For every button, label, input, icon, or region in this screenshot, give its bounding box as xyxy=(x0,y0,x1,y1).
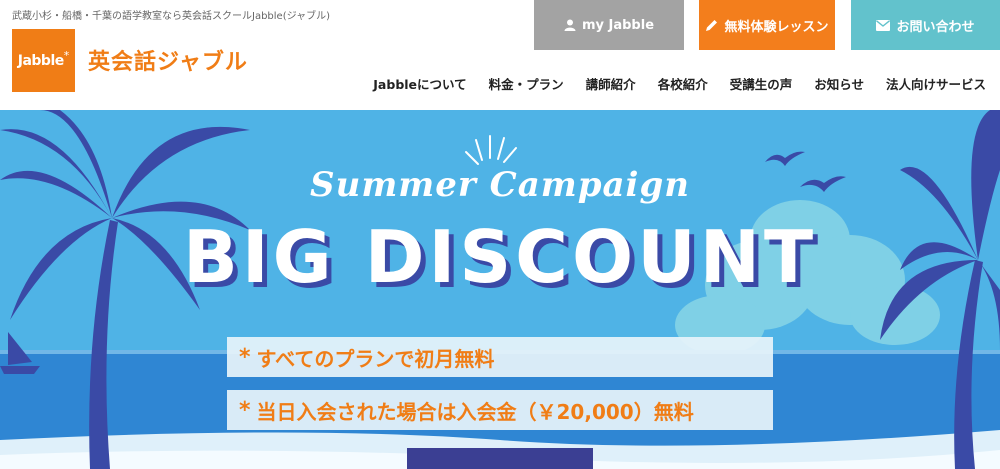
my-jabble-label: my Jabble xyxy=(581,17,655,33)
contact-button[interactable]: お問い合わせ xyxy=(851,0,1000,50)
nav-corporate[interactable]: 法人向けサービス xyxy=(875,74,986,93)
contact-label: お問い合わせ xyxy=(896,19,975,35)
campaign-bullet-text: 当日入会された場合は入会金（￥20,000）無料 xyxy=(256,399,694,424)
brand-name[interactable]: 英会話ジャブル xyxy=(88,44,248,76)
nav-teachers[interactable]: 講師紹介 xyxy=(575,74,647,93)
envelope-icon xyxy=(876,19,891,31)
logo-text: Jabble xyxy=(17,52,65,69)
nav-schools[interactable]: 各校紹介 xyxy=(647,74,719,93)
main-nav: Jabbleについて 料金・プラン 講師紹介 各校紹介 受講生の声 お知らせ 法… xyxy=(362,74,986,93)
site-header: 武蔵小杉・船橋・千葉の語学教室なら英会話スクールJabble(ジャブル) Jab… xyxy=(0,0,1000,110)
hero-banner[interactable]: Summer Campaign BIG DISCOUNT * すべてのプランで初… xyxy=(0,110,1000,469)
nav-testimonials[interactable]: 受講生の声 xyxy=(719,74,804,93)
campaign-bullet: * すべてのプランで初月無料 xyxy=(227,337,773,377)
nav-about[interactable]: Jabbleについて xyxy=(362,74,477,93)
free-trial-label: 無料体験レッスン xyxy=(724,19,829,35)
person-icon xyxy=(564,19,576,31)
my-jabble-button[interactable]: my Jabble xyxy=(534,0,684,50)
campaign-cta-button[interactable] xyxy=(407,448,593,469)
campaign-title: BIG DISCOUNT xyxy=(182,215,818,299)
star-icon: * xyxy=(239,344,251,370)
site-tagline: 武蔵小杉・船橋・千葉の語学教室なら英会話スクールJabble(ジャブル) xyxy=(12,11,331,22)
logo[interactable]: Jabble * xyxy=(12,29,75,92)
nav-news[interactable]: お知らせ xyxy=(803,74,875,93)
star-icon: * xyxy=(239,397,251,423)
free-trial-button[interactable]: 無料体験レッスン xyxy=(699,0,835,50)
campaign-bullet-text: すべてのプランで初月無料 xyxy=(256,346,495,371)
campaign-subtitle: Summer Campaign xyxy=(310,165,690,205)
nav-pricing[interactable]: 料金・プラン xyxy=(478,74,575,93)
campaign-bullet: * 当日入会された場合は入会金（￥20,000）無料 xyxy=(227,390,773,430)
pencil-icon xyxy=(706,19,718,31)
logo-star: * xyxy=(63,49,70,62)
